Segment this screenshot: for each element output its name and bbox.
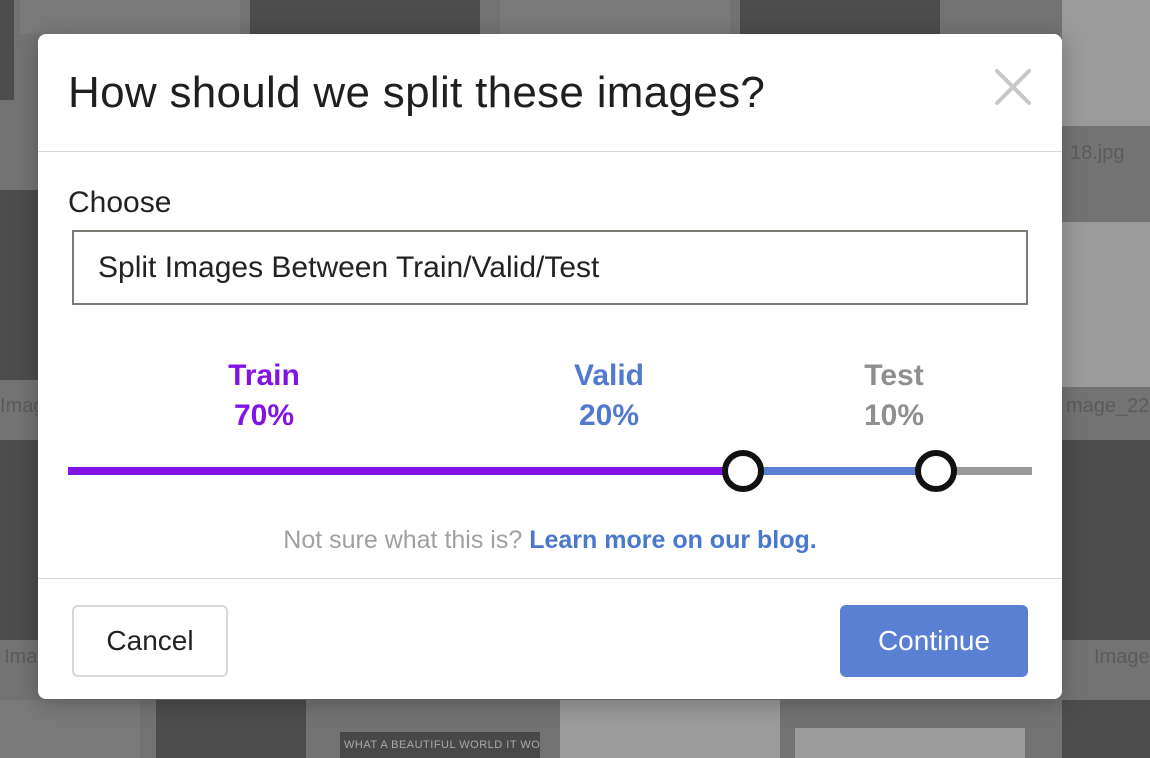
help-text: Not sure what this is? <box>283 526 523 554</box>
valid-split-label: Valid 20% <box>529 356 689 436</box>
valid-test-slider-handle[interactable] <box>914 450 957 492</box>
valid-name: Valid <box>573 359 645 392</box>
split-images-dialog: How should we split these images? Choose… <box>38 34 1062 699</box>
choose-label: Choose <box>68 186 172 219</box>
test-percent: 10% <box>863 399 925 432</box>
continue-button[interactable]: Continue <box>840 605 1028 677</box>
dialog-footer: Cancel Continue <box>38 578 1062 700</box>
valid-percent: 20% <box>578 399 640 432</box>
dialog-header: How should we split these images? <box>38 34 1062 152</box>
split-method-select[interactable]: Split Images Between Train/Valid/Test <box>72 230 1028 305</box>
test-name: Test <box>864 359 924 392</box>
cancel-button[interactable]: Cancel <box>72 605 228 677</box>
train-track-segment <box>68 467 743 475</box>
train-percent: 70% <box>233 399 295 432</box>
train-valid-slider-handle[interactable] <box>721 450 764 492</box>
test-split-label: Test 10% <box>814 356 974 436</box>
help-text-line: Not sure what this is? Learn more on our… <box>38 526 1062 555</box>
close-icon[interactable] <box>994 68 1032 106</box>
train-name: Train <box>228 359 300 392</box>
valid-track-segment <box>742 467 936 475</box>
split-range-slider[interactable] <box>68 450 1032 492</box>
blog-link[interactable]: Learn more on our blog. <box>529 526 817 554</box>
dialog-title: How should we split these images? <box>68 68 766 117</box>
train-split-label: Train 70% <box>184 356 344 436</box>
